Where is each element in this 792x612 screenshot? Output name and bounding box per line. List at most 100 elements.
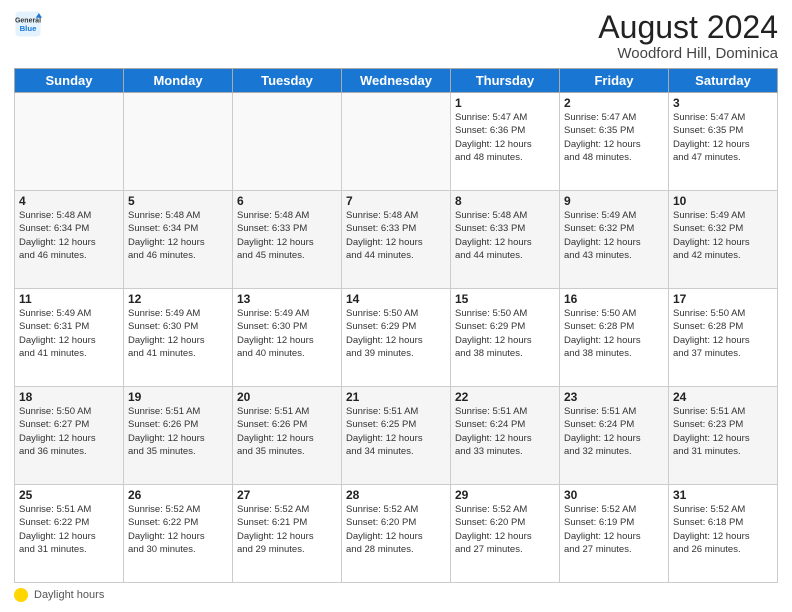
calendar-cell: 28Sunrise: 5:52 AM Sunset: 6:20 PM Dayli… (342, 485, 451, 583)
calendar-cell: 18Sunrise: 5:50 AM Sunset: 6:27 PM Dayli… (15, 387, 124, 485)
day-number: 29 (455, 488, 555, 502)
day-number: 24 (673, 390, 773, 404)
day-number: 15 (455, 292, 555, 306)
day-number: 3 (673, 96, 773, 110)
calendar-header-monday: Monday (124, 69, 233, 93)
day-number: 12 (128, 292, 228, 306)
day-number: 4 (19, 194, 119, 208)
day-info: Sunrise: 5:48 AM Sunset: 6:33 PM Dayligh… (346, 209, 446, 262)
calendar-cell: 15Sunrise: 5:50 AM Sunset: 6:29 PM Dayli… (451, 289, 560, 387)
day-number: 26 (128, 488, 228, 502)
day-number: 13 (237, 292, 337, 306)
day-info: Sunrise: 5:49 AM Sunset: 6:32 PM Dayligh… (564, 209, 664, 262)
day-number: 14 (346, 292, 446, 306)
calendar-cell (124, 93, 233, 191)
day-number: 18 (19, 390, 119, 404)
day-number: 8 (455, 194, 555, 208)
day-number: 9 (564, 194, 664, 208)
day-number: 7 (346, 194, 446, 208)
month-year: August 2024 (598, 10, 778, 45)
calendar-header-sunday: Sunday (15, 69, 124, 93)
calendar-cell: 8Sunrise: 5:48 AM Sunset: 6:33 PM Daylig… (451, 191, 560, 289)
calendar-header-row: SundayMondayTuesdayWednesdayThursdayFrid… (15, 69, 778, 93)
day-number: 20 (237, 390, 337, 404)
location: Woodford Hill, Dominica (598, 45, 778, 62)
logo-icon: General Blue (14, 10, 42, 38)
day-number: 27 (237, 488, 337, 502)
day-info: Sunrise: 5:48 AM Sunset: 6:34 PM Dayligh… (128, 209, 228, 262)
calendar-cell: 27Sunrise: 5:52 AM Sunset: 6:21 PM Dayli… (233, 485, 342, 583)
calendar-cell: 30Sunrise: 5:52 AM Sunset: 6:19 PM Dayli… (560, 485, 669, 583)
calendar-cell (15, 93, 124, 191)
day-info: Sunrise: 5:52 AM Sunset: 6:22 PM Dayligh… (128, 503, 228, 556)
svg-text:Blue: Blue (20, 24, 38, 33)
calendar-header-friday: Friday (560, 69, 669, 93)
calendar-cell: 3Sunrise: 5:47 AM Sunset: 6:35 PM Daylig… (669, 93, 778, 191)
day-number: 2 (564, 96, 664, 110)
footer: Daylight hours (14, 588, 778, 602)
day-number: 16 (564, 292, 664, 306)
day-number: 11 (19, 292, 119, 306)
day-info: Sunrise: 5:50 AM Sunset: 6:28 PM Dayligh… (564, 307, 664, 360)
day-info: Sunrise: 5:48 AM Sunset: 6:33 PM Dayligh… (455, 209, 555, 262)
day-info: Sunrise: 5:51 AM Sunset: 6:24 PM Dayligh… (564, 405, 664, 458)
calendar-table: SundayMondayTuesdayWednesdayThursdayFrid… (14, 68, 778, 583)
calendar-header-saturday: Saturday (669, 69, 778, 93)
daylight-label: Daylight hours (34, 589, 104, 601)
day-info: Sunrise: 5:51 AM Sunset: 6:23 PM Dayligh… (673, 405, 773, 458)
day-number: 6 (237, 194, 337, 208)
day-info: Sunrise: 5:49 AM Sunset: 6:30 PM Dayligh… (128, 307, 228, 360)
day-number: 21 (346, 390, 446, 404)
calendar-cell: 6Sunrise: 5:48 AM Sunset: 6:33 PM Daylig… (233, 191, 342, 289)
calendar-cell: 7Sunrise: 5:48 AM Sunset: 6:33 PM Daylig… (342, 191, 451, 289)
calendar-header-thursday: Thursday (451, 69, 560, 93)
day-number: 30 (564, 488, 664, 502)
day-info: Sunrise: 5:51 AM Sunset: 6:24 PM Dayligh… (455, 405, 555, 458)
day-info: Sunrise: 5:49 AM Sunset: 6:31 PM Dayligh… (19, 307, 119, 360)
day-info: Sunrise: 5:50 AM Sunset: 6:28 PM Dayligh… (673, 307, 773, 360)
title-block: August 2024 Woodford Hill, Dominica (598, 10, 778, 62)
calendar-header-tuesday: Tuesday (233, 69, 342, 93)
calendar-cell: 2Sunrise: 5:47 AM Sunset: 6:35 PM Daylig… (560, 93, 669, 191)
day-number: 10 (673, 194, 773, 208)
calendar-week-2: 11Sunrise: 5:49 AM Sunset: 6:31 PM Dayli… (15, 289, 778, 387)
day-number: 25 (19, 488, 119, 502)
calendar-cell: 10Sunrise: 5:49 AM Sunset: 6:32 PM Dayli… (669, 191, 778, 289)
day-number: 5 (128, 194, 228, 208)
calendar-cell: 29Sunrise: 5:52 AM Sunset: 6:20 PM Dayli… (451, 485, 560, 583)
calendar-cell: 5Sunrise: 5:48 AM Sunset: 6:34 PM Daylig… (124, 191, 233, 289)
day-info: Sunrise: 5:50 AM Sunset: 6:27 PM Dayligh… (19, 405, 119, 458)
day-info: Sunrise: 5:49 AM Sunset: 6:30 PM Dayligh… (237, 307, 337, 360)
day-info: Sunrise: 5:48 AM Sunset: 6:33 PM Dayligh… (237, 209, 337, 262)
calendar-header-wednesday: Wednesday (342, 69, 451, 93)
calendar-week-1: 4 Sunrise: 5:48 AM Sunset: 6:34 PM Daylig… (15, 191, 778, 289)
calendar-cell: 17Sunrise: 5:50 AM Sunset: 6:28 PM Dayli… (669, 289, 778, 387)
calendar-cell: 1Sunrise: 5:47 AM Sunset: 6:36 PM Daylig… (451, 93, 560, 191)
calendar-cell: 19Sunrise: 5:51 AM Sunset: 6:26 PM Dayli… (124, 387, 233, 485)
calendar-cell: 23Sunrise: 5:51 AM Sunset: 6:24 PM Dayli… (560, 387, 669, 485)
calendar-cell: 24Sunrise: 5:51 AM Sunset: 6:23 PM Dayli… (669, 387, 778, 485)
day-number: 31 (673, 488, 773, 502)
day-info: Sunrise: 5:47 AM Sunset: 6:35 PM Dayligh… (673, 111, 773, 164)
day-info: Sunrise: 5:49 AM Sunset: 6:32 PM Dayligh… (673, 209, 773, 262)
calendar-cell: 31Sunrise: 5:52 AM Sunset: 6:18 PM Dayli… (669, 485, 778, 583)
day-info: Sunrise: 5:50 AM Sunset: 6:29 PM Dayligh… (455, 307, 555, 360)
calendar-cell: 20Sunrise: 5:51 AM Sunset: 6:26 PM Dayli… (233, 387, 342, 485)
day-number: 22 (455, 390, 555, 404)
calendar-cell (342, 93, 451, 191)
day-info: Sunrise: 5:52 AM Sunset: 6:19 PM Dayligh… (564, 503, 664, 556)
calendar-cell (233, 93, 342, 191)
page: General Blue August 2024 Woodford Hill, … (0, 0, 792, 612)
calendar-cell: 11Sunrise: 5:49 AM Sunset: 6:31 PM Dayli… (15, 289, 124, 387)
day-info: Sunrise: 5:51 AM Sunset: 6:26 PM Dayligh… (128, 405, 228, 458)
calendar-cell: 12Sunrise: 5:49 AM Sunset: 6:30 PM Dayli… (124, 289, 233, 387)
logo: General Blue (14, 10, 42, 38)
day-number: 17 (673, 292, 773, 306)
calendar-cell: 14Sunrise: 5:50 AM Sunset: 6:29 PM Dayli… (342, 289, 451, 387)
day-info: Sunrise: 5:47 AM Sunset: 6:36 PM Dayligh… (455, 111, 555, 164)
calendar-week-3: 18Sunrise: 5:50 AM Sunset: 6:27 PM Dayli… (15, 387, 778, 485)
calendar-week-0: 1Sunrise: 5:47 AM Sunset: 6:36 PM Daylig… (15, 93, 778, 191)
day-info: Sunrise: 5:47 AM Sunset: 6:35 PM Dayligh… (564, 111, 664, 164)
calendar-cell: 4Sunrise: 5:48 AM Sunset: 6:34 PM Daylig… (15, 191, 124, 289)
day-info: Sunrise: 5:51 AM Sunset: 6:22 PM Dayligh… (19, 503, 119, 556)
